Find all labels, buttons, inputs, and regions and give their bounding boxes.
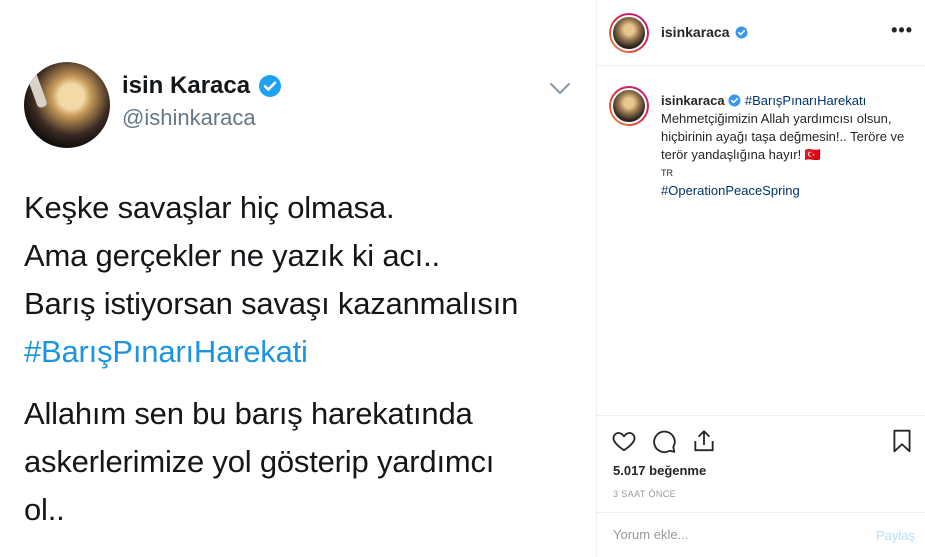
tweet-display-name: isin Karaca	[122, 72, 282, 100]
more-icon[interactable]: •••	[891, 20, 913, 41]
post-comment-button[interactable]: Paylaş	[876, 528, 915, 543]
comment-input[interactable]	[613, 527, 853, 542]
post-username[interactable]: isinkaraca	[661, 24, 730, 40]
chevron-down-icon	[549, 82, 571, 96]
verified-badge-icon	[258, 74, 282, 98]
like-count[interactable]: 5.017 beğenme	[613, 463, 706, 478]
avatar[interactable]	[609, 13, 649, 53]
caption-text: Mehmetçiğimizin Allah yardımcısı olsun, …	[661, 111, 905, 162]
add-comment-bar: Paylaş	[597, 512, 925, 557]
tweet-handle: @ishinkaraca	[122, 105, 256, 130]
post-sidebar: isinkaraca ••• isinkaraca #BarışPınarıHa…	[597, 0, 925, 557]
post-actions: 5.017 beğenme 3 SAAT ÖNCE Paylaş	[597, 415, 925, 557]
post-timestamp[interactable]: 3 SAAT ÖNCE	[613, 489, 676, 499]
verified-badge-icon	[728, 94, 741, 107]
post-header: isinkaraca •••	[597, 0, 925, 66]
verified-badge-icon	[735, 26, 748, 39]
comment-icon[interactable]	[651, 428, 677, 454]
tweet-screenshot: isin Karaca @ishinkaraca Keşke savaşlar …	[0, 0, 597, 557]
tweet-avatar	[24, 62, 110, 148]
tweet-text: Keşke savaşlar hiç olmasa. Ama gerçekler…	[24, 184, 584, 534]
heart-icon[interactable]	[611, 428, 637, 454]
tweet-hashtag: #BarışPınarıHarekati	[24, 334, 308, 369]
avatar[interactable]	[609, 86, 649, 126]
caption-hashtag-link[interactable]: #BarışPınarıHarekatı	[745, 93, 866, 108]
language-code: TR	[661, 168, 673, 178]
caption-username[interactable]: isinkaraca	[661, 93, 725, 108]
bookmark-icon[interactable]	[889, 428, 915, 454]
caption-hashtag-link[interactable]: #OperationPeaceSpring	[661, 182, 916, 200]
share-icon[interactable]	[691, 428, 717, 454]
